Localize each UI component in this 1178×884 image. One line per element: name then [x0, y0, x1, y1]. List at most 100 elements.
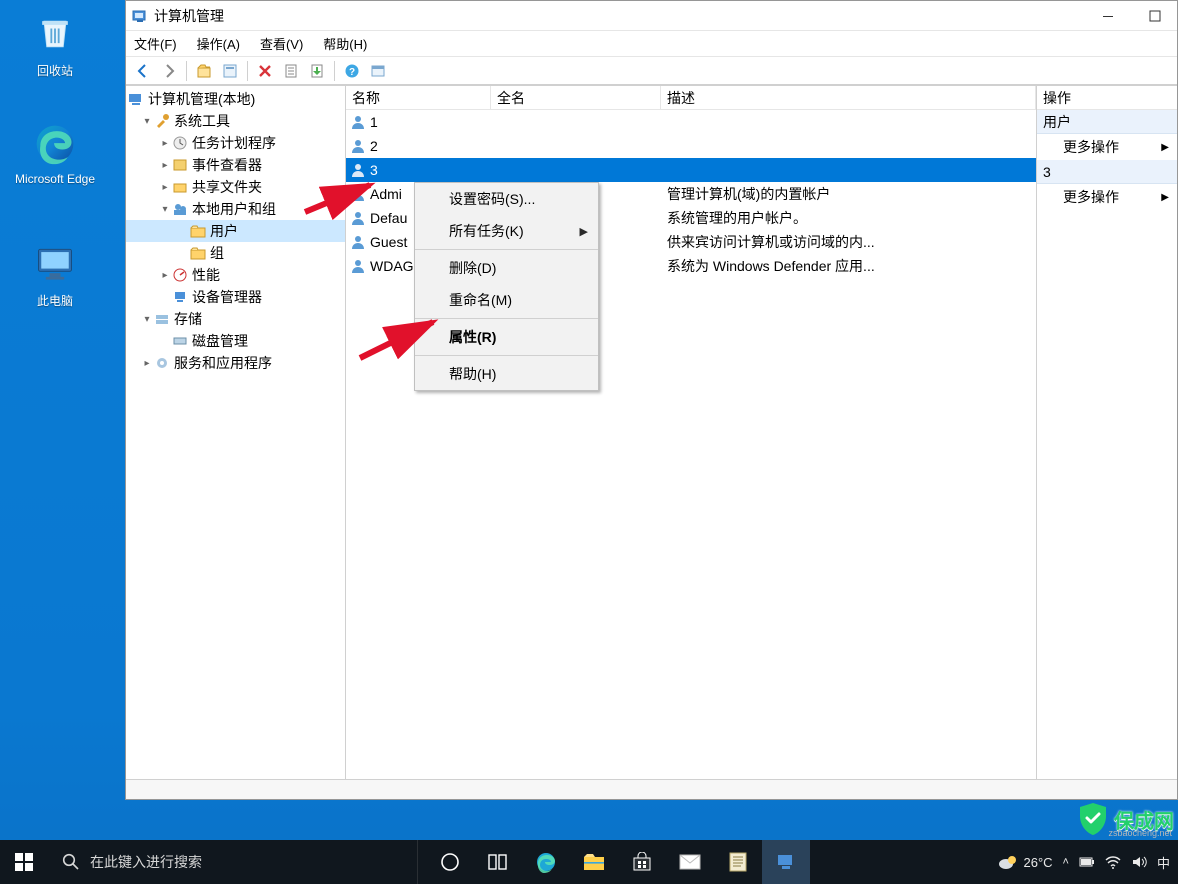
actions-label: 更多操作 [1063, 137, 1119, 157]
chevron-right-icon: ▸ [158, 182, 172, 193]
task-explorer[interactable] [570, 840, 618, 884]
column-headers[interactable]: 名称 全名 描述 [346, 86, 1036, 110]
minimize-button[interactable] [1085, 2, 1130, 30]
tree-groups[interactable]: 组 [126, 242, 345, 264]
tree-performance[interactable]: ▸性能 [126, 264, 345, 286]
ctx-label: 属性(R) [449, 327, 496, 347]
ctx-delete[interactable]: 删除(D) [415, 252, 598, 284]
cell-desc: 供来宾访问计算机或访问域的内... [661, 232, 1036, 252]
ctx-help[interactable]: 帮助(H) [415, 358, 598, 390]
tree-users[interactable]: 用户 [126, 220, 345, 242]
refresh-button[interactable] [280, 60, 302, 82]
menu-action[interactable]: 操作(A) [197, 34, 240, 53]
actions-more-1[interactable]: 更多操作▶ [1037, 134, 1177, 160]
svg-text:?: ? [349, 67, 355, 78]
tree-shared-folders[interactable]: ▸共享文件夹 [126, 176, 345, 198]
taskbar: 在此键入进行搜索 26°C ˄ 中 [0, 840, 1178, 884]
desktop-icon-this-pc[interactable]: 此电脑 [10, 240, 100, 309]
user-row-selected[interactable]: 3 [346, 158, 1036, 182]
titlebar: 计算机管理 [126, 1, 1177, 31]
task-view[interactable] [474, 840, 522, 884]
tray-volume-icon[interactable] [1131, 855, 1147, 869]
forward-button[interactable] [158, 60, 180, 82]
user-icon [350, 114, 366, 130]
task-cortana[interactable] [426, 840, 474, 884]
cell-desc: 系统管理的用户帐户。 [661, 208, 1036, 228]
start-button[interactable] [0, 840, 48, 884]
task-edge[interactable] [522, 840, 570, 884]
nav-tree[interactable]: 计算机管理(本地) ▾ 系统工具 ▸任务计划程序 ▸事件查看器 ▸共享文件夹 ▾本… [126, 86, 346, 779]
tray-ime[interactable]: 中 [1157, 853, 1170, 872]
task-mail[interactable] [666, 840, 714, 884]
tree-label: 用户 [210, 221, 238, 241]
chevron-down-icon: ▾ [140, 116, 154, 127]
ctx-set-password[interactable]: 设置密码(S)... [415, 183, 598, 215]
tray-weather[interactable]: 26°C [998, 854, 1053, 870]
ctx-properties[interactable]: 属性(R) [415, 321, 598, 353]
maximize-button[interactable] [1132, 2, 1177, 30]
actions-header: 操作 [1037, 86, 1177, 110]
window-title: 计算机管理 [154, 6, 224, 26]
ctx-all-tasks[interactable]: 所有任务(K)▶ [415, 215, 598, 247]
ctx-separator [415, 249, 598, 250]
clock-icon [172, 135, 188, 151]
ctx-label: 重命名(M) [449, 290, 512, 310]
task-compmgmt[interactable] [762, 840, 810, 884]
tree-label: 服务和应用程序 [174, 353, 272, 373]
gauge-icon [172, 267, 188, 283]
actions-label: 更多操作 [1063, 187, 1119, 207]
task-store[interactable] [618, 840, 666, 884]
tree-root[interactable]: 计算机管理(本地) [126, 88, 345, 110]
tree-task-scheduler[interactable]: ▸任务计划程序 [126, 132, 345, 154]
column-fullname[interactable]: 全名 [491, 86, 661, 109]
tree-disk-management[interactable]: 磁盘管理 [126, 330, 345, 352]
tray-battery-icon[interactable] [1079, 855, 1095, 869]
services-icon [154, 355, 170, 371]
tree-event-viewer[interactable]: ▸事件查看器 [126, 154, 345, 176]
taskbar-search[interactable]: 在此键入进行搜索 [48, 840, 418, 884]
actions-section-selection: 3 [1037, 160, 1177, 184]
ctx-rename[interactable]: 重命名(M) [415, 284, 598, 316]
ctx-label: 帮助(H) [449, 364, 496, 384]
folder-share-icon [172, 179, 188, 195]
tray-chevron-up-icon[interactable]: ˄ [1063, 856, 1069, 868]
tree-storage[interactable]: ▾存储 [126, 308, 345, 330]
user-row[interactable]: 2 [346, 134, 1036, 158]
desktop-icon-recycle-bin[interactable]: 回收站 [10, 10, 100, 79]
weather-icon [998, 854, 1018, 870]
delete-button[interactable] [254, 60, 276, 82]
menu-view[interactable]: 查看(V) [260, 34, 303, 53]
user-row[interactable]: 1 [346, 110, 1036, 134]
tree-services-apps[interactable]: ▸服务和应用程序 [126, 352, 345, 374]
tree-label: 磁盘管理 [192, 331, 248, 351]
desktop-icon-edge[interactable]: Microsoft Edge [10, 120, 100, 186]
back-button[interactable] [132, 60, 154, 82]
weather-temp: 26°C [1024, 855, 1053, 870]
help-button[interactable]: ? [341, 60, 363, 82]
column-name[interactable]: 名称 [346, 86, 491, 109]
export-button[interactable] [306, 60, 328, 82]
user-icon [350, 186, 366, 202]
tree-device-manager[interactable]: 设备管理器 [126, 286, 345, 308]
client-area: 计算机管理(本地) ▾ 系统工具 ▸任务计划程序 ▸事件查看器 ▸共享文件夹 ▾本… [126, 85, 1177, 779]
view-button[interactable] [367, 60, 389, 82]
computer-management-window: 计算机管理 文件(F) 操作(A) 查看(V) 帮助(H) ? 计算机管理(本地… [125, 0, 1178, 800]
user-icon [350, 258, 366, 274]
tree-label: 本地用户和组 [192, 199, 276, 219]
menu-file[interactable]: 文件(F) [134, 34, 177, 53]
chevron-right-icon: ▶ [1161, 192, 1177, 203]
ctx-label: 删除(D) [449, 258, 496, 278]
actions-more-2[interactable]: 更多操作 ▶ [1037, 184, 1177, 210]
tree-label: 系统工具 [174, 111, 230, 131]
tray-wifi-icon[interactable] [1105, 855, 1121, 869]
cell-name: 1 [370, 114, 378, 130]
ctx-label: 设置密码(S)... [449, 189, 535, 209]
tree-system-tools[interactable]: ▾ 系统工具 [126, 110, 345, 132]
properties-button[interactable] [219, 60, 241, 82]
column-description[interactable]: 描述 [661, 86, 1036, 109]
up-button[interactable] [193, 60, 215, 82]
tree-local-users-groups[interactable]: ▾本地用户和组 [126, 198, 345, 220]
chevron-right-icon: ▶ [580, 225, 588, 238]
menu-help[interactable]: 帮助(H) [323, 34, 367, 53]
task-notepad[interactable] [714, 840, 762, 884]
